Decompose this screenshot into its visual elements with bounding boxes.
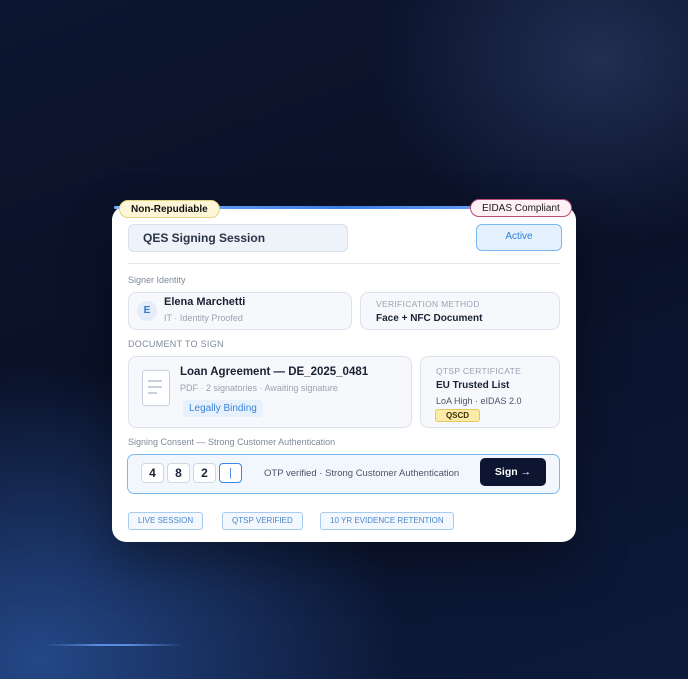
status-button[interactable]: Active bbox=[476, 224, 562, 251]
verification-panel bbox=[360, 292, 560, 330]
otp-digit-1[interactable]: 4 bbox=[141, 463, 164, 483]
non-repudiable-badge: Non-Repudiable bbox=[119, 200, 220, 218]
certificate-label: QTSP CERTIFICATE bbox=[436, 366, 522, 376]
qscd-tag: QSCD bbox=[435, 409, 480, 422]
document-icon bbox=[142, 370, 170, 406]
sign-button[interactable]: Sign → bbox=[480, 458, 546, 486]
document-subtitle: PDF · 2 signatories · Awaiting signature bbox=[180, 383, 338, 393]
otp-digit-3[interactable]: 2 bbox=[193, 463, 216, 483]
avatar: E bbox=[137, 301, 157, 321]
verification-method-value: Face + NFC Document bbox=[376, 313, 483, 324]
otp-digit-2[interactable]: 8 bbox=[167, 463, 190, 483]
document-title: Loan Agreement — DE_2025_0481 bbox=[180, 366, 369, 378]
chip-qtsp-verified: QTSP VERIFIED bbox=[222, 512, 303, 530]
otp-digit-4[interactable]: | bbox=[219, 463, 242, 483]
signer-subtitle: IT · Identity Proofed bbox=[164, 313, 243, 323]
chip-evidence-retention: 10 YR EVIDENCE RETENTION bbox=[320, 512, 454, 530]
divider bbox=[128, 263, 560, 264]
signer-section-label: Signer Identity bbox=[128, 275, 186, 285]
signer-name: Elena Marchetti bbox=[164, 296, 246, 308]
consent-section-label: Signing Consent — Strong Customer Authen… bbox=[128, 437, 336, 447]
certificate-level: LoA High · eIDAS 2.0 bbox=[436, 396, 522, 406]
document-section-label: DOCUMENT TO SIGN bbox=[128, 339, 224, 349]
eidas-compliant-badge: EIDAS Compliant bbox=[470, 199, 572, 217]
session-title: QES Signing Session bbox=[128, 224, 348, 252]
decorative-glow-line bbox=[44, 644, 184, 646]
certificate-name: EU Trusted List bbox=[436, 380, 510, 391]
legally-binding-tag: Legally Binding bbox=[183, 400, 263, 417]
verification-method-label: VERIFICATION METHOD bbox=[376, 299, 480, 309]
chip-live-session: LIVE SESSION bbox=[128, 512, 204, 530]
otp-status: OTP verified · Strong Customer Authentic… bbox=[264, 468, 460, 479]
